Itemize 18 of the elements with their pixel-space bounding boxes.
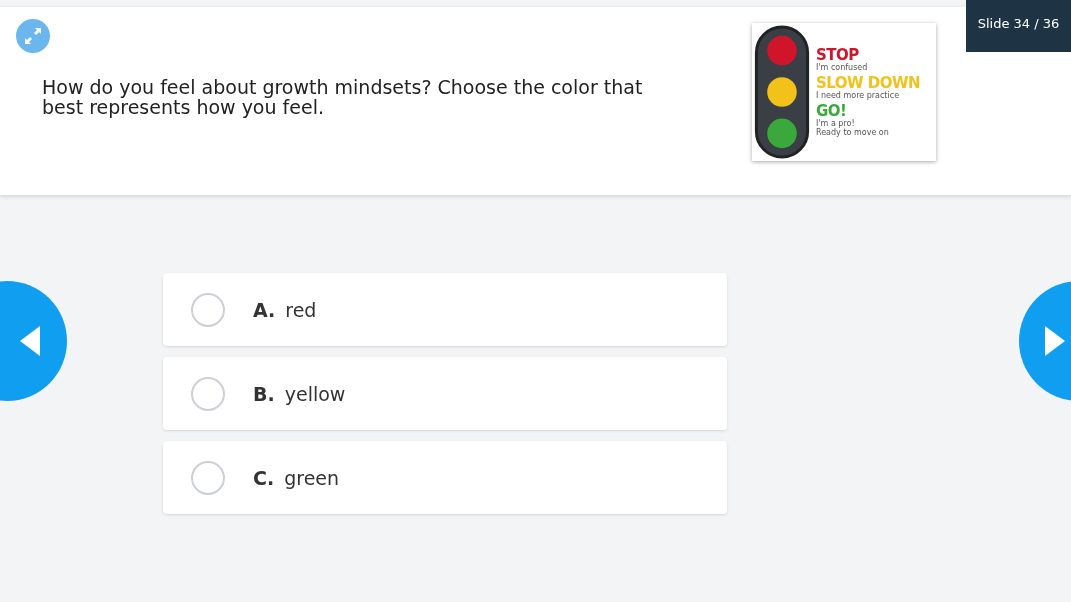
option-text: red <box>285 298 317 321</box>
answer-option[interactable]: C. green <box>163 441 727 514</box>
question-text: How do you feel about growth mindsets? Choose the color that best represents how you feel. <box>42 77 644 117</box>
answer-option[interactable]: B. yellow <box>163 357 727 430</box>
legend-title: STOP <box>816 47 859 63</box>
option-letter: C. <box>253 466 275 489</box>
legend-caption: I need more practice <box>816 91 901 100</box>
slide-counter: Slide 34 / 36 <box>966 0 1071 52</box>
legend-caption: I'm a pro! <box>816 119 856 128</box>
option-letter: B. <box>253 382 275 405</box>
option-text: yellow <box>284 382 346 405</box>
legend-caption: Ready to move on <box>816 128 890 137</box>
legend-caption: I'm confused <box>816 63 869 72</box>
legend-title: GO! <box>816 103 847 119</box>
option-letter: A. <box>253 298 276 321</box>
option-text: green <box>284 466 340 489</box>
answer-option[interactable]: A. red <box>163 273 727 346</box>
legend-title: SLOW DOWN <box>816 75 921 91</box>
